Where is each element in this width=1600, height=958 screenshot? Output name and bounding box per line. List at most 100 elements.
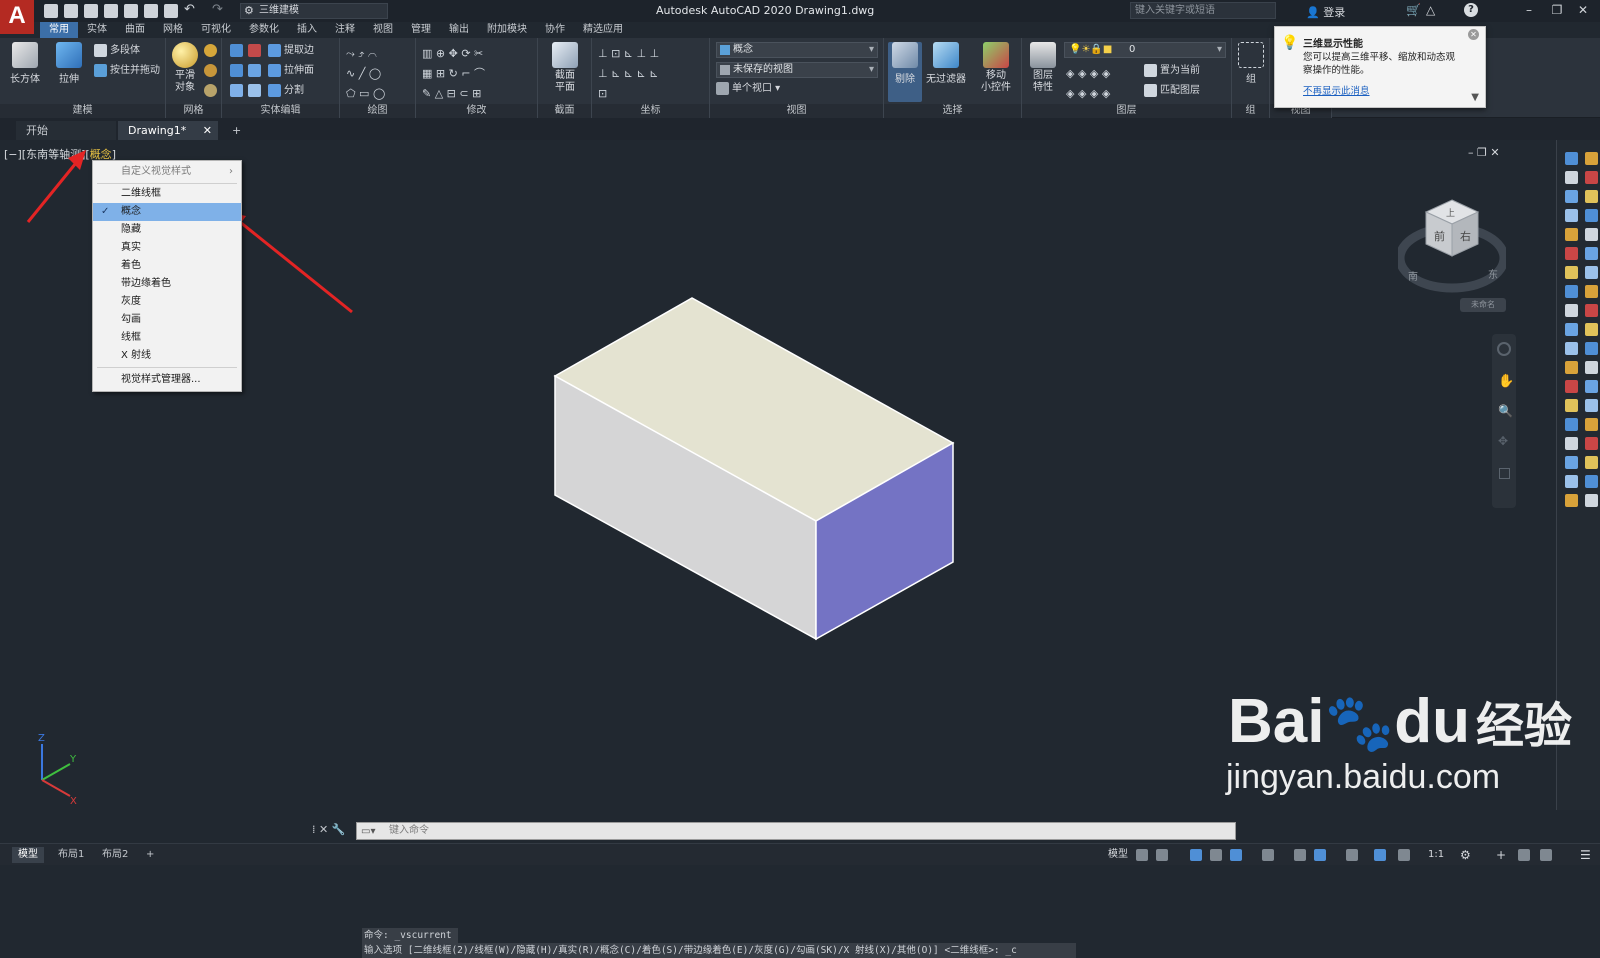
close-tab-icon[interactable]: ✕ bbox=[203, 121, 212, 140]
panel-title-section[interactable]: 截面 bbox=[538, 104, 591, 118]
ribbon-tab[interactable]: 曲面 bbox=[116, 22, 154, 38]
panel-title-modeling[interactable]: 建模 bbox=[0, 104, 165, 118]
tool-palette-icon[interactable] bbox=[1585, 475, 1598, 488]
menu-item-2d-wireframe[interactable]: 二维线框 bbox=[93, 185, 241, 203]
intersect-icon[interactable] bbox=[230, 64, 243, 77]
command-input[interactable]: ▭▾ 键入命令 bbox=[356, 822, 1236, 840]
tool-palette-icon[interactable] bbox=[1585, 418, 1598, 431]
ribbon-tab[interactable]: 常用 bbox=[40, 22, 78, 38]
ucs-tools[interactable]: ⊥ ⊡ ⊾ ⊥ ⊥ ⊥ ⊾ ⊾ ⊾ ⊾ ⊡ bbox=[598, 44, 659, 104]
tool-palette-icon[interactable] bbox=[1585, 399, 1598, 412]
isolate-objects-icon[interactable] bbox=[1540, 849, 1552, 861]
new-tab-button[interactable]: + bbox=[226, 121, 250, 140]
ribbon-tab[interactable]: 插入 bbox=[288, 22, 326, 38]
menu-item-xray[interactable]: X 射线 bbox=[93, 347, 241, 365]
layer-properties-button[interactable]: 图层 特性 bbox=[1026, 42, 1060, 94]
mesh-smooth-more-icon[interactable] bbox=[204, 44, 217, 57]
zoom-icon[interactable]: 🔍 bbox=[1498, 404, 1513, 418]
isodraft-icon[interactable] bbox=[1262, 849, 1274, 861]
panel-title-solid-edit[interactable]: 实体编辑 bbox=[222, 104, 339, 118]
visual-style-combo[interactable]: 概念 bbox=[716, 42, 878, 58]
menu-item-shaded-edges[interactable]: 带边缘着色 bbox=[93, 275, 241, 293]
annotation-visibility-icon[interactable] bbox=[1374, 849, 1386, 861]
tool-palette-icon[interactable] bbox=[1565, 418, 1578, 431]
panel-title-coordinates[interactable]: 坐标 bbox=[592, 104, 709, 118]
menu-item-realistic[interactable]: 真实 bbox=[93, 239, 241, 257]
smooth-object-button[interactable]: 平滑 对象 bbox=[168, 42, 202, 94]
tool-palette-icon[interactable] bbox=[1565, 247, 1578, 260]
panel-title-modify[interactable]: 修改 bbox=[416, 104, 537, 118]
command-line-controls[interactable]: ⁞ ✕ 🔧 bbox=[312, 823, 345, 836]
dont-show-again-link[interactable]: 不再显示此消息 bbox=[1303, 83, 1370, 97]
pan-icon[interactable]: ✋ bbox=[1498, 374, 1514, 389]
menu-item-shades-of-gray[interactable]: 灰度 bbox=[93, 293, 241, 311]
extrude-face-button[interactable]: 拉伸面 bbox=[268, 62, 314, 80]
ribbon-tab[interactable]: 实体 bbox=[78, 22, 116, 38]
tool-palette-icon[interactable] bbox=[1585, 285, 1598, 298]
panel-title-view[interactable]: 视图 bbox=[710, 104, 883, 118]
help-icon[interactable]: ? bbox=[1464, 3, 1478, 17]
ribbon-tab[interactable]: 管理 bbox=[402, 22, 440, 38]
plot-icon[interactable] bbox=[124, 4, 138, 18]
compass-east-label[interactable]: 东 bbox=[1488, 268, 1498, 281]
undo-icon[interactable]: ↶ bbox=[184, 2, 195, 17]
tool-palette-icon[interactable] bbox=[1585, 228, 1598, 241]
login-button[interactable]: 👤 登录 bbox=[1306, 4, 1345, 20]
layer-tools[interactable]: ◈ ◈ ◈ ◈ ◈ ◈ ◈ ◈ bbox=[1066, 64, 1110, 104]
interfere-icon[interactable] bbox=[248, 64, 261, 77]
a360-icon[interactable]: △ bbox=[1426, 3, 1435, 17]
mesh-refine-icon[interactable] bbox=[204, 84, 217, 97]
tool-palette-icon[interactable] bbox=[1585, 171, 1598, 184]
publish-icon[interactable] bbox=[144, 4, 158, 18]
cart-icon[interactable]: 🛒 bbox=[1406, 3, 1421, 17]
ribbon-tab[interactable]: 精选应用 bbox=[574, 22, 632, 38]
showmotion-icon[interactable] bbox=[1499, 468, 1510, 479]
tool-palette-icon[interactable] bbox=[1565, 209, 1578, 222]
tool-palette-icon[interactable] bbox=[1565, 361, 1578, 374]
annotation-monitor-icon[interactable]: + bbox=[1496, 847, 1506, 863]
otrack-icon[interactable] bbox=[1294, 849, 1306, 861]
tool-palette-icon[interactable] bbox=[1565, 190, 1578, 203]
osnap-icon[interactable] bbox=[1314, 849, 1326, 861]
box-button[interactable]: 长方体 bbox=[8, 42, 42, 85]
save-icon[interactable] bbox=[84, 4, 98, 18]
search-input[interactable]: 键入关键字或短语 bbox=[1130, 2, 1276, 19]
tool-palette-icon[interactable] bbox=[1585, 209, 1598, 222]
new-icon[interactable] bbox=[44, 4, 58, 18]
menu-custom-visual-styles[interactable]: 自定义视觉样式 › bbox=[93, 163, 241, 181]
viewcube-top-label[interactable]: 上 bbox=[1446, 208, 1455, 219]
tool-palette-icon[interactable] bbox=[1585, 494, 1598, 507]
tool-palette-icon[interactable] bbox=[1585, 304, 1598, 317]
subtract-icon[interactable] bbox=[248, 44, 261, 57]
extract-edges-button[interactable]: 提取边 bbox=[268, 42, 314, 60]
lineweight-icon[interactable] bbox=[1346, 849, 1358, 861]
viewcube[interactable]: 上 前 右 南 东 bbox=[1398, 194, 1506, 304]
snap-icon[interactable] bbox=[1156, 849, 1168, 861]
steering-wheel-icon[interactable] bbox=[1497, 342, 1511, 356]
group-button[interactable]: 组 bbox=[1234, 42, 1268, 85]
layer-combo[interactable]: 💡☀🔒■ 0 bbox=[1064, 42, 1226, 58]
thicken-icon[interactable] bbox=[248, 84, 261, 97]
no-filter-button[interactable]: 无过滤器 bbox=[924, 42, 968, 85]
menu-item-hidden[interactable]: 隐藏 bbox=[93, 221, 241, 239]
tool-palette-icon[interactable] bbox=[1565, 285, 1578, 298]
section-plane-button[interactable]: 截面 平面 bbox=[548, 42, 582, 94]
tool-palette-icon[interactable] bbox=[1585, 247, 1598, 260]
polysolid-button[interactable]: 多段体 bbox=[94, 42, 140, 60]
auto-scale-icon[interactable] bbox=[1398, 849, 1410, 861]
tool-palette-icon[interactable] bbox=[1565, 171, 1578, 184]
tool-palette-icon[interactable] bbox=[1565, 342, 1578, 355]
add-layout-button[interactable]: + bbox=[140, 847, 160, 863]
tool-palette-icon[interactable] bbox=[1565, 323, 1578, 336]
customization-menu-icon[interactable]: ☰ bbox=[1580, 847, 1591, 863]
menu-item-wireframe[interactable]: 线框 bbox=[93, 329, 241, 347]
save-as-icon[interactable] bbox=[104, 4, 118, 18]
wcs-menu[interactable]: 未命名 bbox=[1460, 298, 1506, 312]
tab-start[interactable]: 开始 bbox=[16, 121, 116, 140]
tool-palette-icon[interactable] bbox=[1565, 475, 1578, 488]
compass-south-label[interactable]: 南 bbox=[1408, 270, 1418, 283]
menu-item-conceptual[interactable]: ✓ 概念 bbox=[93, 203, 241, 221]
units-icon[interactable] bbox=[1518, 849, 1530, 861]
saved-view-combo[interactable]: 未保存的视图 bbox=[716, 62, 878, 78]
culling-button[interactable]: 剔除 bbox=[888, 42, 922, 102]
